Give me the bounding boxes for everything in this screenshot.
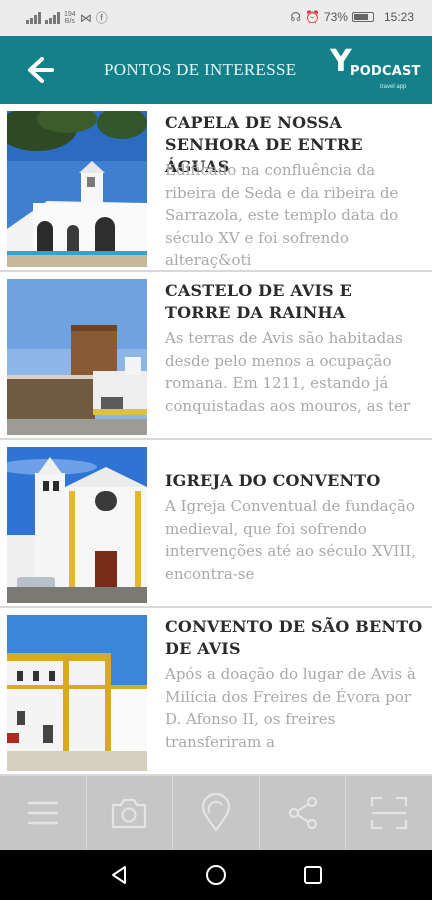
item-thumbnail: [7, 615, 147, 771]
list-item[interactable]: CONVENTO DE SÃO BENTO DE AVIS Após a doa…: [0, 608, 432, 776]
app-logo: Y PODCAST travel app: [330, 44, 422, 94]
item-description: As terras de Avis são habitadas desde pe…: [165, 329, 411, 415]
item-thumbnail: [7, 111, 147, 267]
mail-icon: ⋈: [79, 10, 92, 25]
item-title: CASTELO DE AVIS E TORRE DA RAINHA: [165, 281, 353, 322]
item-description: Após a doação do lugar de Avis à Milícia…: [165, 665, 416, 751]
battery-percent: 73%: [323, 10, 348, 24]
list-item[interactable]: IGREJA DO CONVENTO A Igreja Conventual d…: [0, 440, 432, 608]
scan-icon: [371, 796, 408, 830]
status-bar: 194 B/s ⋈ ⓕ ☊ ⏰ 73% 15:23: [0, 0, 432, 36]
signal-2-icon: [45, 11, 60, 24]
alarm-icon: ⏰: [304, 10, 320, 24]
nav-recents-icon: [304, 866, 323, 884]
location-pin-icon: [201, 793, 231, 832]
nav-back-button[interactable]: [99, 855, 139, 895]
net-speed-value: 194: [64, 10, 76, 18]
system-navigation-bar: [0, 850, 432, 900]
scan-button[interactable]: [346, 776, 432, 850]
headset-icon: ☊: [290, 10, 301, 24]
app-header: PONTOS DE INTERESSE Y PODCAST travel app: [0, 36, 432, 104]
status-time: 15:23: [383, 10, 414, 24]
menu-button[interactable]: [0, 776, 87, 850]
bottom-toolbar: [0, 776, 432, 850]
nav-recents-button[interactable]: [293, 855, 333, 895]
item-thumbnail: [7, 447, 147, 603]
status-right: ☊ ⏰ 73% 15:23: [290, 10, 414, 24]
list-item[interactable]: CASTELO DE AVIS E TORRE DA RAINHA As ter…: [0, 272, 432, 440]
signal-icon: [26, 11, 41, 24]
item-thumbnail: [7, 279, 147, 435]
share-icon: [288, 796, 317, 830]
back-arrow-icon: [28, 57, 54, 83]
nav-home-icon: [205, 865, 226, 885]
list-item[interactable]: CAPELA DE NOSSA SENHORA DE ENTRE ÁGUAS E…: [0, 104, 432, 272]
camera-icon: [112, 798, 147, 829]
battery-icon: [351, 12, 374, 22]
facebook-icon: ⓕ: [95, 11, 108, 25]
item-description: A Igreja Conventual de fundação medieval…: [165, 497, 416, 583]
nav-home-button[interactable]: [196, 855, 236, 895]
item-title: IGREJA DO CONVENTO: [165, 471, 381, 490]
item-description: Edificado na confluência da ribeira de S…: [165, 161, 399, 269]
location-button[interactable]: [173, 776, 260, 850]
back-button[interactable]: [22, 54, 58, 86]
logo-y: Y: [330, 44, 352, 79]
net-speed-unit: B/s: [64, 17, 75, 25]
logo-sub: travel app: [380, 84, 407, 90]
item-title: CONVENTO DE SÃO BENTO DE AVIS: [165, 617, 423, 658]
points-of-interest-list: CAPELA DE NOSSA SENHORA DE ENTRE ÁGUAS E…: [0, 104, 432, 776]
page-title: PONTOS DE INTERESSE: [104, 60, 297, 79]
logo-text: PODCAST: [350, 64, 421, 79]
menu-icon: [27, 801, 58, 825]
status-left: 194 B/s ⋈ ⓕ: [26, 9, 108, 26]
share-button[interactable]: [260, 776, 347, 850]
nav-back-icon: [111, 866, 126, 884]
camera-button[interactable]: [87, 776, 174, 850]
network-speed: 194 B/s: [64, 11, 76, 25]
